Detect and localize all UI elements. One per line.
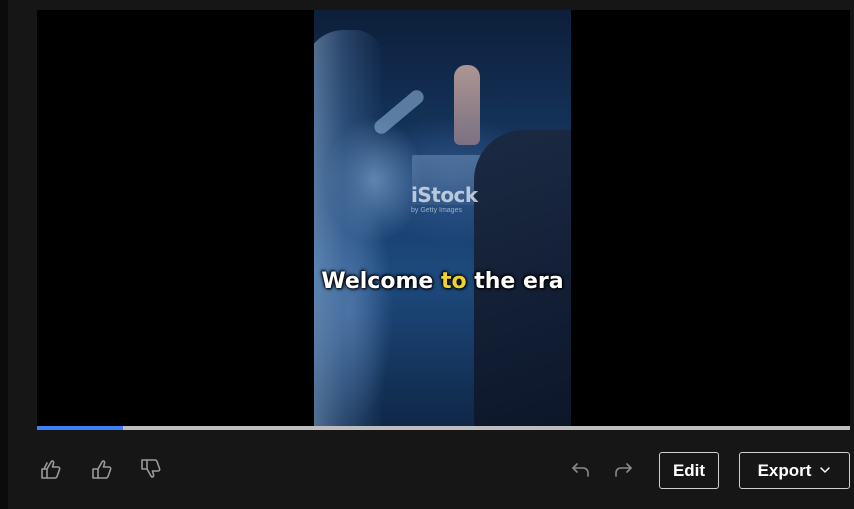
thumbs-down-icon[interactable]: [136, 454, 166, 484]
redo-icon[interactable]: [608, 455, 638, 485]
chevron-down-icon: [819, 461, 831, 481]
watermark-sub: by Getty Images: [411, 207, 462, 214]
video-frame[interactable]: iStock by Getty Images Welcome to the er…: [314, 10, 571, 426]
robot-figure: [314, 30, 384, 426]
thumbs-up-icon[interactable]: [87, 454, 117, 484]
progress-fill: [37, 426, 124, 430]
caption-highlight: to: [440, 269, 467, 294]
controls-bar: Edit Export: [8, 440, 854, 500]
caption-text-before: Welcome: [321, 269, 441, 294]
caption-text-after: the era: [466, 269, 564, 294]
video-player[interactable]: iStock by Getty Images Welcome to the er…: [37, 10, 850, 426]
progress-bar[interactable]: [37, 426, 850, 430]
export-button[interactable]: Export: [739, 452, 850, 489]
video-caption: Welcome to the era: [314, 267, 571, 296]
edit-button[interactable]: Edit: [659, 452, 719, 489]
export-button-label: Export: [757, 460, 812, 480]
edit-button-label: Edit: [672, 460, 706, 480]
human-hand: [454, 65, 480, 145]
app-page: iStock by Getty Images Welcome to the er…: [0, 0, 854, 509]
left-gutter: [0, 0, 8, 509]
thumbs-up-double-icon[interactable]: [36, 454, 66, 484]
undo-icon[interactable]: [566, 455, 596, 485]
watermark-brand: iStock: [411, 183, 478, 207]
